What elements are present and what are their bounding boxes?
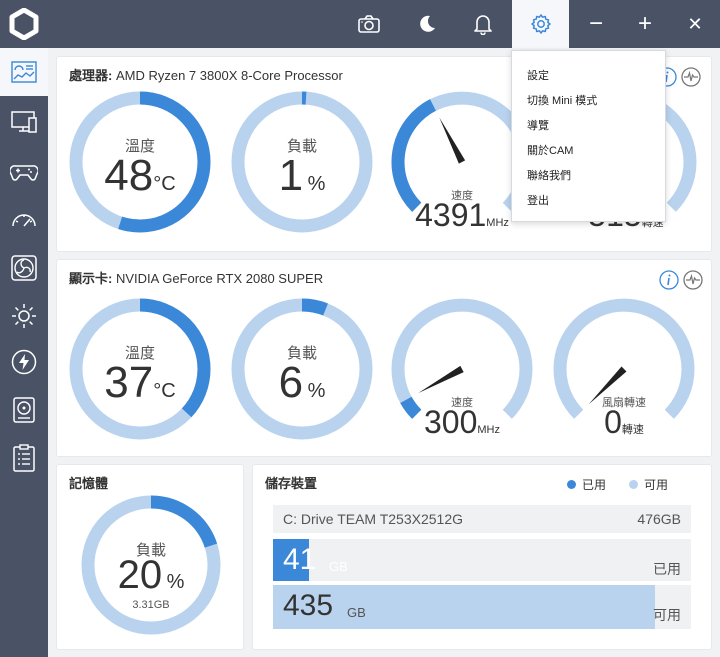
gpu-pulse-icon[interactable] [683, 270, 703, 290]
legend-used-dot [567, 480, 576, 489]
fan-icon [11, 255, 37, 281]
sidebar-item-list[interactable] [0, 434, 48, 482]
sidebar-item-cooling[interactable] [0, 244, 48, 292]
cpu-speed-unit: MHz [486, 217, 509, 229]
used-bar: 41 GB 已用 [273, 539, 691, 581]
sidebar-item-pc[interactable] [0, 98, 48, 146]
lightning-icon [11, 349, 37, 375]
cpu-temp-value: 48 [104, 151, 154, 200]
gpu-info-icon[interactable] [659, 270, 679, 290]
used-value: 41 [283, 543, 317, 576]
drive-header[interactable]: C: Drive TEAM T253X2512G 476GB [273, 505, 691, 533]
gpu-load-value: 6 [278, 358, 304, 407]
gpu-fan-unit: 轉速 [621, 424, 644, 436]
gamepad-icon [10, 165, 38, 181]
gpu-speed-gauge: 速度 300MHz [389, 296, 535, 446]
sidebar-item-overclock[interactable] [0, 198, 48, 246]
clipboard-icon [13, 444, 35, 472]
menu-item-contact[interactable]: 聯絡我們 [527, 167, 571, 183]
free-label: 可用 [653, 607, 681, 623]
drive-name: C: Drive TEAM T253X2512G [283, 511, 464, 527]
gpu-fan-gauge: 風扇轉速 0轉速 [551, 296, 697, 446]
sun-icon [12, 304, 36, 328]
free-bar: 435 GB 可用 [273, 585, 691, 629]
menu-item-about[interactable]: 關於CAM [527, 142, 573, 158]
gpu-temp-unit: °C [153, 380, 176, 402]
menu-item-logout[interactable]: 登出 [527, 192, 549, 208]
menu-item-settings[interactable]: 設定 [527, 67, 549, 83]
memory-used-detail: 3.31GB [132, 599, 170, 611]
cpu-load-gauge: 負載 1 % [229, 89, 375, 235]
legend-free-dot [629, 480, 638, 489]
sidebar-item-power[interactable] [0, 338, 48, 386]
speedometer-icon [12, 214, 36, 227]
camera-icon[interactable] [342, 0, 396, 48]
gpu-load-unit: % [307, 380, 326, 402]
minimize-button[interactable]: − [569, 0, 623, 48]
app-logo-icon [9, 8, 39, 40]
sidebar-item-storage[interactable] [0, 386, 48, 434]
cpu-load-unit: % [307, 173, 326, 195]
hard-drive-icon [13, 397, 35, 423]
settings-menu: 設定 切換 Mini 模式 導覽 關於CAM 聯絡我們 登出 [511, 50, 666, 222]
gpu-card: 顯示卡: NVIDIA GeForce RTX 2080 SUPER 溫度 37… [56, 259, 712, 457]
cpu-pulse-icon[interactable] [681, 67, 701, 87]
moon-icon[interactable] [400, 0, 454, 48]
gpu-fan-value: 0 [604, 404, 622, 440]
memory-load-unit: % [166, 571, 185, 593]
used-label: 已用 [653, 561, 681, 577]
memory-load-gauge: 負載 20 % 3.31GB [79, 493, 223, 637]
memory-title: 記憶體 [69, 476, 109, 491]
gpu-temp-value: 37 [104, 358, 154, 407]
sidebar-item-dashboard[interactable] [0, 48, 48, 96]
gpu-temp-gauge: 溫度 37°C [67, 296, 213, 442]
legend-used: 已用 [567, 476, 606, 493]
drive-size: 476GB [637, 511, 681, 527]
free-unit: GB [347, 605, 366, 620]
cpu-speed-value: 4391 [415, 197, 487, 233]
cpu-title: 處理器: AMD Ryzen 7 3800X 8-Core Processor [69, 68, 343, 83]
used-unit: GB [329, 559, 348, 574]
memory-card: 記憶體 負載 20 % 3.31GB [56, 464, 244, 650]
sidebar [0, 48, 48, 657]
gpu-title: 顯示卡: NVIDIA GeForce RTX 2080 SUPER [69, 271, 324, 286]
cpu-temp-gauge: 溫度 48°C [67, 89, 213, 235]
free-value: 435 [283, 589, 334, 622]
maximize-button[interactable]: + [618, 0, 672, 48]
close-button[interactable]: ✕ [668, 0, 720, 48]
gpu-speed-value: 300 [424, 404, 478, 440]
storage-title: 儲存裝置 [265, 476, 318, 491]
memory-load-value: 20 [117, 553, 163, 597]
gear-icon[interactable] [512, 0, 569, 48]
cpu-load-value: 1 [278, 151, 304, 200]
bell-icon[interactable] [456, 0, 510, 48]
cpu-temp-unit: °C [153, 173, 176, 195]
dashboard-icon [11, 61, 37, 83]
sidebar-item-lighting[interactable] [0, 292, 48, 340]
menu-item-mini-mode[interactable]: 切換 Mini 模式 [527, 92, 597, 108]
sidebar-item-gaming[interactable] [0, 148, 48, 196]
menu-item-tour[interactable]: 導覽 [527, 117, 549, 133]
monitor-icon [11, 111, 37, 133]
title-bar: − + ✕ [0, 0, 720, 48]
gpu-speed-unit: MHz [477, 424, 500, 436]
storage-card: 儲存裝置 已用 可用 C: Drive TEAM T253X2512G 476G… [252, 464, 712, 650]
gpu-load-gauge: 負載 6 % [229, 296, 375, 442]
legend-free: 可用 [629, 476, 668, 493]
